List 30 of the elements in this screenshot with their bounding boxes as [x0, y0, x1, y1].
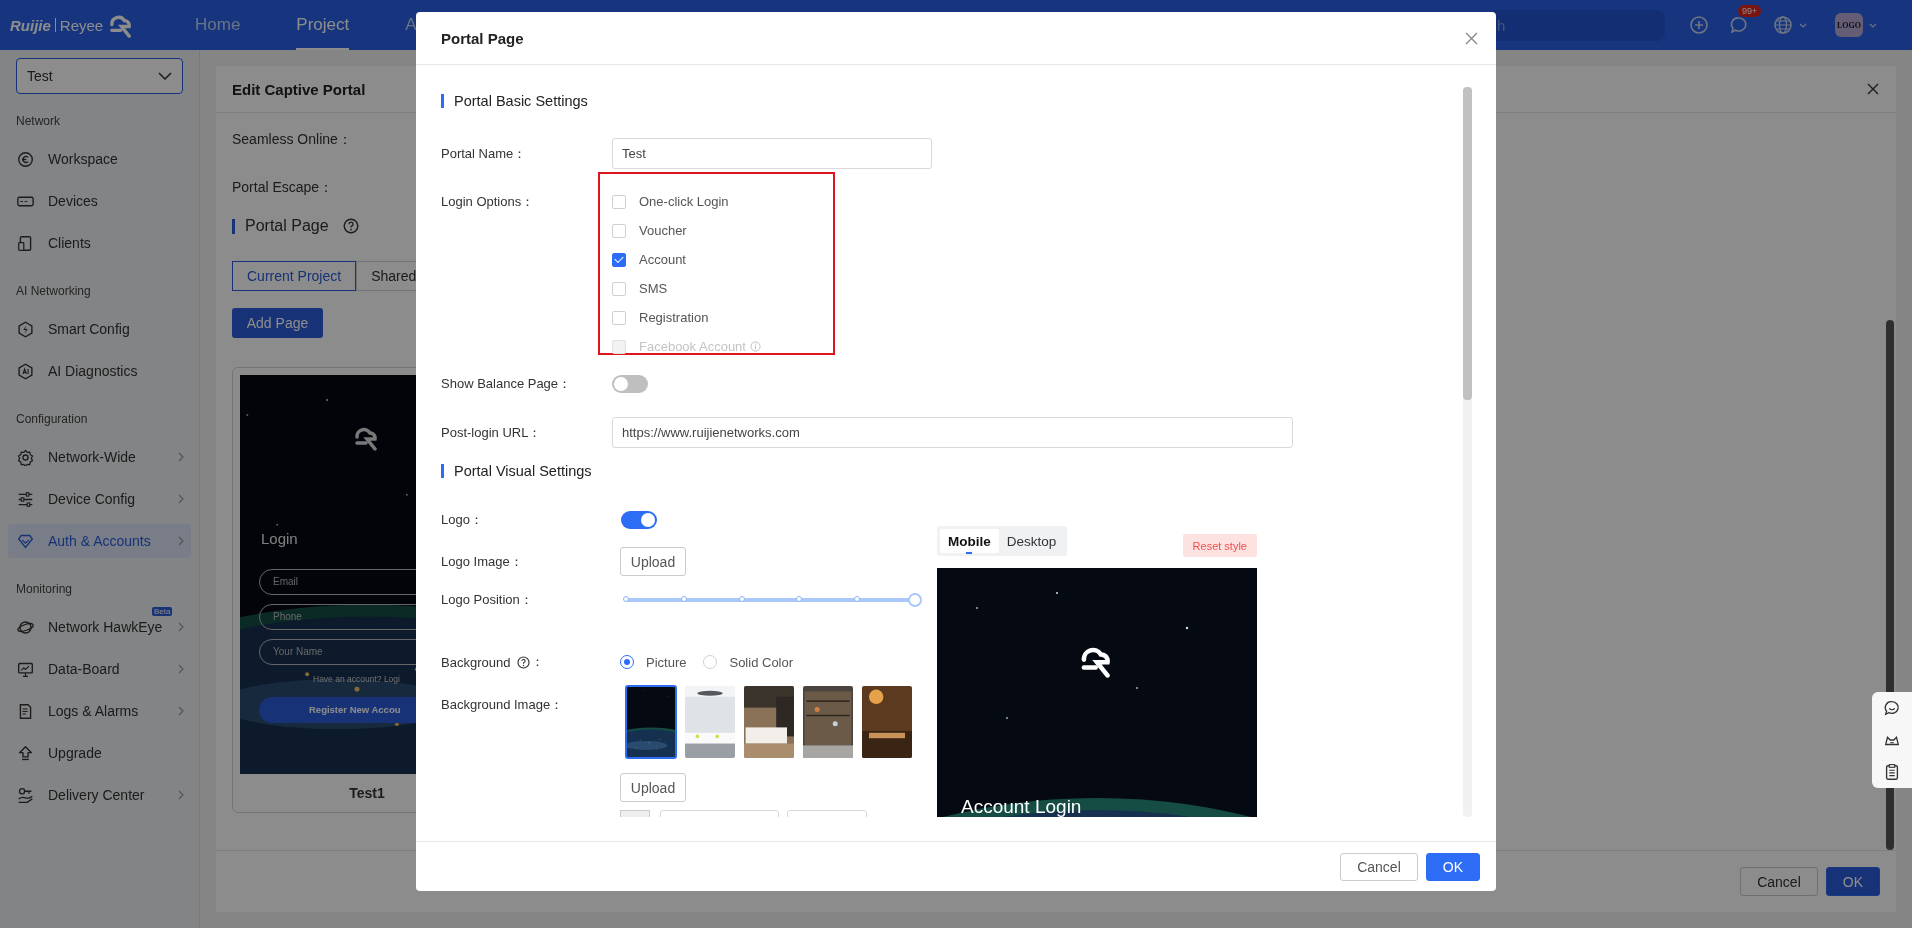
group-label: AI Networking [15, 283, 92, 300]
field-label: Login Options： [441, 193, 536, 211]
option-label: Voucher [639, 223, 687, 238]
option-label: Solid Color [729, 654, 794, 670]
field-label: Portal Name： [441, 144, 528, 163]
brand-name: Ruijie [10, 16, 51, 34]
group-label: Network [15, 113, 61, 130]
login-title: Login [261, 530, 298, 547]
colon: ： [531, 653, 545, 671]
dialog-title: Portal Page [441, 29, 524, 47]
group-label: Configuration [15, 411, 89, 428]
beta-badge: Beta [152, 607, 173, 616]
option-label: One-click Login [639, 194, 729, 209]
field-label: Seamless Online： [232, 131, 352, 147]
option-label: Picture [646, 654, 687, 670]
option-label: SMS [639, 281, 668, 296]
option-label: Account [639, 252, 686, 267]
group-label: Monitoring [15, 581, 74, 598]
notification-badge: 99+ [1738, 5, 1762, 17]
hint-text: Have an account? Logi [313, 674, 400, 684]
login-title: Account Login [961, 796, 1082, 817]
section-title: Portal Basic Settings [454, 93, 588, 109]
panel-title: Edit Captive Portal [232, 80, 366, 98]
field-label: Logo： [441, 511, 484, 529]
brand-name: Reyee [59, 16, 104, 34]
field-label: Portal Escape： [232, 179, 334, 195]
option-label: Facebook Account [639, 339, 746, 354]
section-title: Portal Page [245, 217, 329, 235]
card-title: Test1 [348, 784, 386, 803]
option-label: Registration [639, 310, 709, 325]
